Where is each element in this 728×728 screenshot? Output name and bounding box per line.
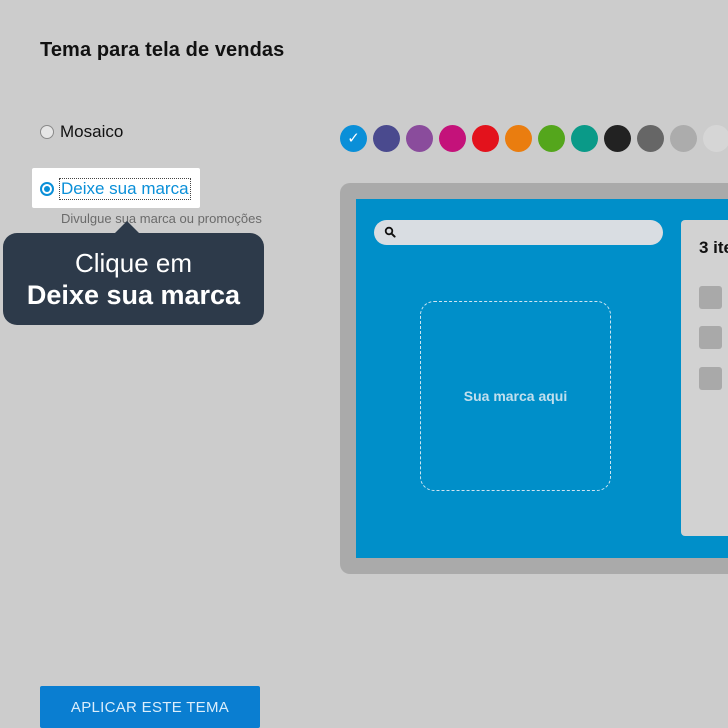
brand-placeholder-box: Sua marca aqui (420, 301, 611, 491)
color-swatch[interactable] (340, 125, 367, 152)
brand-placeholder-text: Sua marca aqui (463, 388, 568, 404)
option-deixe-sua-marca-description: Divulgue sua marca ou promoções (61, 211, 262, 226)
color-swatch[interactable] (604, 125, 631, 152)
option-deixe-sua-marca[interactable]: Deixe sua marca (40, 178, 191, 200)
color-swatch[interactable] (571, 125, 598, 152)
cart-item-checkbox (699, 367, 722, 390)
color-swatch[interactable] (538, 125, 565, 152)
tutorial-tooltip: Clique em Deixe sua marca (3, 221, 264, 325)
color-swatch[interactable] (637, 125, 664, 152)
preview-search-bar (374, 220, 663, 245)
color-swatch[interactable] (670, 125, 697, 152)
color-swatch[interactable] (439, 125, 466, 152)
option-mosaico[interactable]: Mosaico (40, 122, 123, 142)
apply-theme-button[interactable]: APLICAR ESTE TEMA (40, 686, 260, 728)
color-swatches (340, 125, 728, 152)
color-swatch[interactable] (406, 125, 433, 152)
tooltip-line-1: Clique em (74, 248, 193, 278)
radio-mosaico[interactable] (40, 125, 54, 139)
radio-deixe-sua-marca[interactable] (40, 182, 54, 196)
cart-item-checkbox (699, 326, 722, 349)
color-swatch[interactable] (373, 125, 400, 152)
option-mosaico-label: Mosaico (60, 122, 124, 141)
color-swatch[interactable] (703, 125, 728, 152)
color-swatch[interactable] (505, 125, 532, 152)
color-swatch[interactable] (472, 125, 499, 152)
cart-item-checkbox (699, 286, 722, 309)
tooltip-line-2: Deixe sua marca (26, 280, 241, 310)
preview-cart-panel: 3 ite (681, 220, 728, 536)
page-title: Tema para tela de vendas (40, 39, 285, 61)
search-icon (384, 226, 396, 238)
option-deixe-sua-marca-label: Deixe sua marca (59, 178, 191, 200)
cart-title: 3 ite (699, 238, 728, 257)
